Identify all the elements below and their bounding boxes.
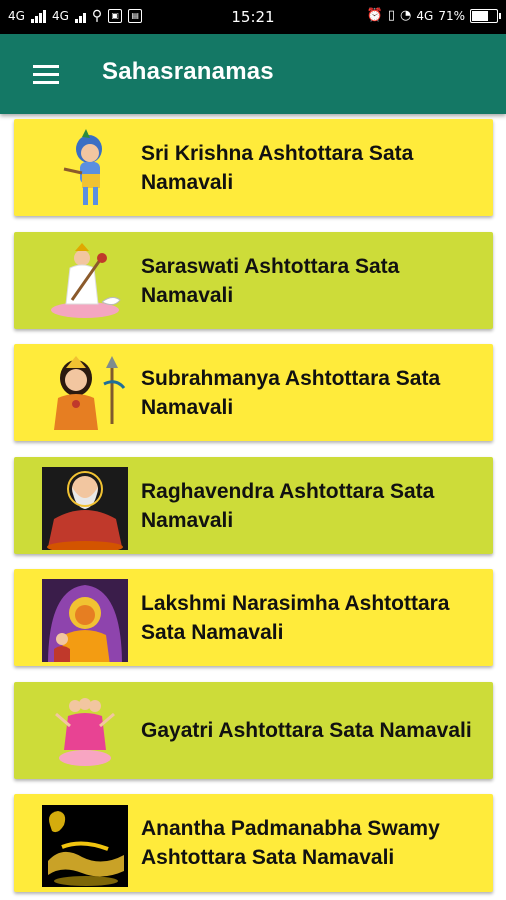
network-type-right: 4G: [416, 8, 434, 23]
subrahmanya-image: [54, 356, 126, 430]
item-label: Gayatri Ashtottara Sata Namavali: [141, 719, 472, 742]
list-item-raghavendra[interactable]: Raghavendra Ashtottara Sata Namavali: [14, 457, 493, 554]
item-label: Sri Krishna Ashtottara Sata Namavali: [141, 141, 414, 194]
status-bar: 4G 4G ⚲ ▣ ▤ 15:21 ⏰ ▯ ◔ 4G 71%: [0, 0, 506, 34]
status-right: ⏰ ▯ ◔ 4G 71%: [366, 8, 501, 23]
gayatri-image: [55, 698, 115, 766]
item-label: Anantha Padmanabha Swamy Ashtottara Sata…: [141, 816, 440, 869]
list-item-anantha-padmanabha[interactable]: Anantha Padmanabha Swamy Ashtottara Sata…: [14, 794, 493, 892]
wifi-icon: ◔: [400, 8, 412, 23]
alarm-icon: ⏰: [366, 8, 383, 23]
anantha-padmanabha-image: [42, 805, 128, 887]
raghavendra-image: [42, 467, 128, 550]
item-label: Raghavendra Ashtottara Sata Namavali: [141, 479, 435, 532]
battery-icon: [470, 8, 501, 23]
app-bar: Sahasranamas: [0, 34, 506, 114]
vibrate-icon: ▯: [387, 8, 396, 23]
item-label: Saraswati Ashtottara Sata Namavali: [141, 254, 400, 307]
list-item-gayatri[interactable]: Gayatri Ashtottara Sata Namavali: [14, 682, 493, 779]
krishna-image: [63, 129, 102, 205]
list-item-subrahmanya[interactable]: Subrahmanya Ashtottara Sata Namavali: [14, 344, 493, 441]
battery-percent: 71%: [438, 8, 465, 23]
app-title: Sahasranamas: [102, 58, 274, 85]
list-item-sri-krishna[interactable]: Sri Krishna Ashtottara Sata Namavali: [14, 119, 493, 216]
list-item-saraswati[interactable]: Saraswati Ashtottara Sata Namavali: [14, 232, 493, 329]
item-label: Lakshmi Narasimha Ashtottara Sata Namava…: [141, 591, 450, 644]
list-item-lakshmi-narasimha[interactable]: Lakshmi Narasimha Ashtottara Sata Namava…: [14, 569, 493, 666]
battery-fill: [472, 10, 488, 21]
hamburger-menu-icon[interactable]: [33, 65, 59, 84]
item-label: Subrahmanya Ashtottara Sata Namavali: [141, 366, 441, 419]
saraswati-image: [51, 243, 121, 318]
lakshmi-narasimha-image: [42, 579, 128, 662]
